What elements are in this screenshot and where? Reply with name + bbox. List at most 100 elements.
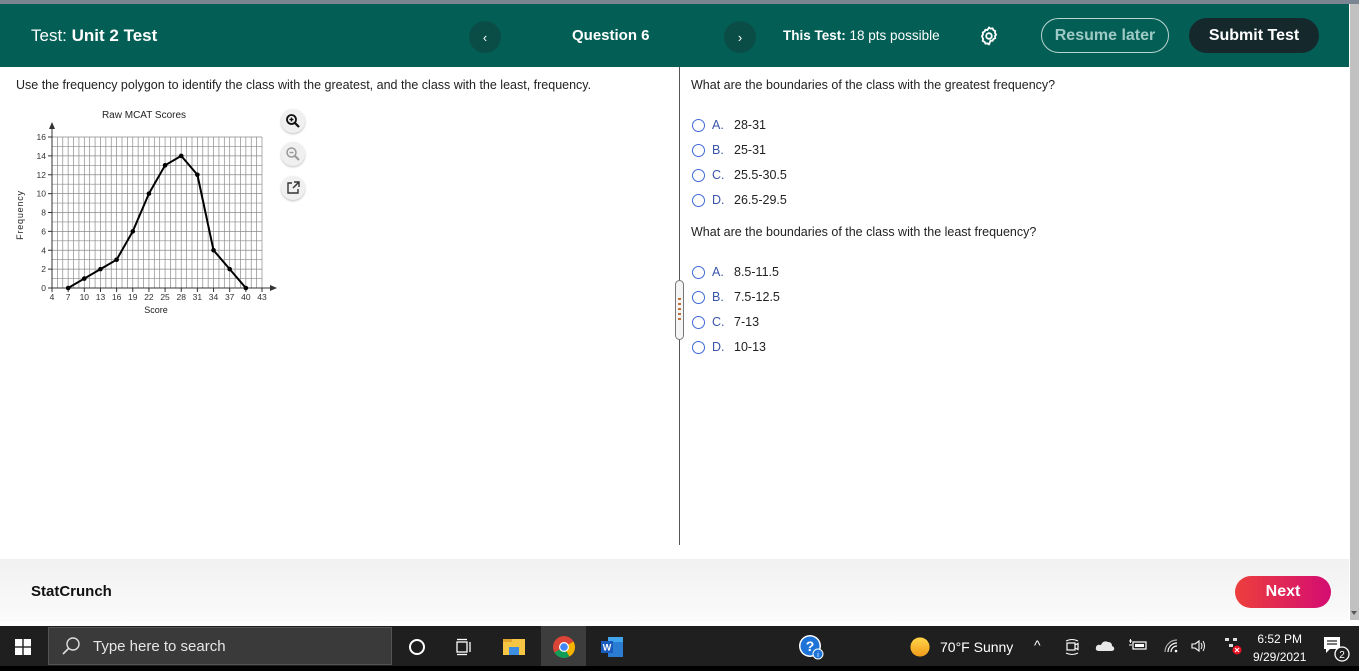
radio-button[interactable] [692,315,705,329]
onedrive-icon[interactable] [1095,639,1115,656]
q1-option-d[interactable]: D. 26.5-29.5 [692,192,787,208]
scroll-down-arrow-icon[interactable] [1351,611,1357,615]
previous-question-button[interactable]: ‹ [469,21,501,53]
x-tick-label: 25 [160,292,170,302]
radio-button[interactable] [692,265,705,279]
radio-button[interactable] [692,168,705,182]
cortana-circle-icon [409,639,425,655]
volume-icon[interactable] [1190,638,1208,657]
weather-text[interactable]: 70°F Sunny [940,639,1013,655]
search-placeholder: Type here to search [93,637,226,655]
chevron-left-icon: ‹ [482,29,488,45]
help-button[interactable]: ? i [796,632,826,662]
weather-widget[interactable] [905,632,935,662]
q1-option-a[interactable]: A. 28-31 [692,117,766,133]
y-axis-label: Frequency [15,190,25,240]
y-tick-label: 14 [37,151,47,161]
cortana-button[interactable] [402,632,432,662]
show-hidden-icons-button[interactable]: ^ [1034,637,1041,653]
radio-button[interactable] [692,143,705,157]
chrome-icon [553,636,575,658]
open-external-button[interactable] [281,176,305,200]
svg-text:W: W [603,643,612,653]
panel-resize-handle[interactable] [675,280,684,340]
points-prefix: This Test: [783,28,846,43]
points-info: This Test: 18 pts possible [783,28,940,43]
word-button[interactable]: W [597,632,627,662]
chart-ticks: 0 2 4 6 8 10 12 14 16 4 7 10 13 16 19 22 25 28 31 34 37 40 43 [37,132,267,302]
footer-bar: StatCrunch Next [0,559,1349,621]
meet-now-icon[interactable] [1064,638,1080,659]
network-error-icon[interactable] [1224,637,1242,658]
data-point [162,163,168,168]
statcrunch-link[interactable]: StatCrunch [31,583,112,600]
radio-button[interactable] [692,193,705,207]
chart-svg: Raw MCAT Scores Score Frequency 0 2 4 6 8 10 1… [15,110,277,315]
clock-time: 6:52 PM [1257,632,1303,646]
data-point [211,247,216,253]
page-scrollbar[interactable] [1350,4,1359,620]
q2-option-a[interactable]: A. 8.5-11.5 [692,264,779,280]
radio-button[interactable] [692,290,705,304]
resume-later-button[interactable]: Resume later [1041,18,1169,53]
chevron-right-icon: › [737,29,743,45]
y-tick-label: 8 [41,208,46,218]
word-icon: W [601,637,623,657]
clock-date: 9/29/2021 [1253,650,1307,664]
settings-button[interactable] [977,24,1001,48]
question-1-text: What are the boundaries of the class wit… [691,78,1056,92]
x-tick-label: 43 [257,292,267,302]
task-view-button[interactable] [449,632,479,662]
q1-option-b[interactable]: B. 25-31 [692,142,766,158]
open-external-icon [287,181,300,194]
y-tick-label: 6 [41,226,46,236]
submit-test-button[interactable]: Submit Test [1189,18,1319,53]
q1-option-c[interactable]: C. 25.5-30.5 [692,167,787,183]
x-tick-label: 16 [112,292,122,302]
data-point [227,266,232,272]
data-point [98,266,103,272]
data-point [243,285,249,291]
battery-icon[interactable] [1128,638,1148,655]
data-point [130,229,136,234]
data-point [195,172,200,178]
q2-option-d[interactable]: D. 10-13 [692,339,766,355]
y-tick-label: 2 [41,264,46,274]
chevron-up-icon: ^ [1034,637,1041,653]
radio-button[interactable] [692,118,705,132]
y-tick-label: 16 [37,132,47,142]
x-axis-arrow [270,285,277,291]
chrome-button[interactable] [549,632,579,662]
folder-icon [503,639,525,655]
chart-title: Raw MCAT Scores [102,110,186,121]
x-tick-label: 31 [193,292,203,302]
taskbar-search-box[interactable]: Type here to search [48,627,392,665]
data-point [146,191,152,196]
next-question-button[interactable]: › [724,21,756,53]
wifi-icon[interactable] [1163,638,1179,657]
q2-option-c[interactable]: C. 7-13 [692,314,759,330]
y-tick-label: 4 [41,245,46,255]
question-2-text: What are the boundaries of the class wit… [691,225,1037,239]
radio-button[interactable] [692,340,705,354]
sun-icon [910,637,930,657]
instruction-text: Use the frequency polygon to identify th… [16,78,592,92]
x-tick-label: 22 [144,292,154,302]
notification-icon: 2 [1324,637,1350,662]
taskbar-clock[interactable]: 6:52 PM 9/29/2021 [1253,630,1306,666]
next-button[interactable]: Next [1235,576,1331,608]
start-button[interactable] [8,632,38,662]
y-tick-label: 10 [37,189,47,199]
data-point [65,285,71,291]
chart-axes [49,122,277,291]
zoom-in-button[interactable] [281,109,305,133]
zoom-out-button[interactable] [281,142,305,166]
help-icon: ?i [799,635,824,660]
gear-icon [981,26,997,46]
x-tick-label: 10 [80,292,90,302]
y-tick-label: 12 [37,170,47,180]
q2-option-b[interactable]: B. 7.5-12.5 [692,289,780,305]
test-title: Test: Unit 2 Test [31,26,157,46]
file-explorer-button[interactable] [499,632,529,662]
action-center-button[interactable]: 2 [1322,635,1352,666]
